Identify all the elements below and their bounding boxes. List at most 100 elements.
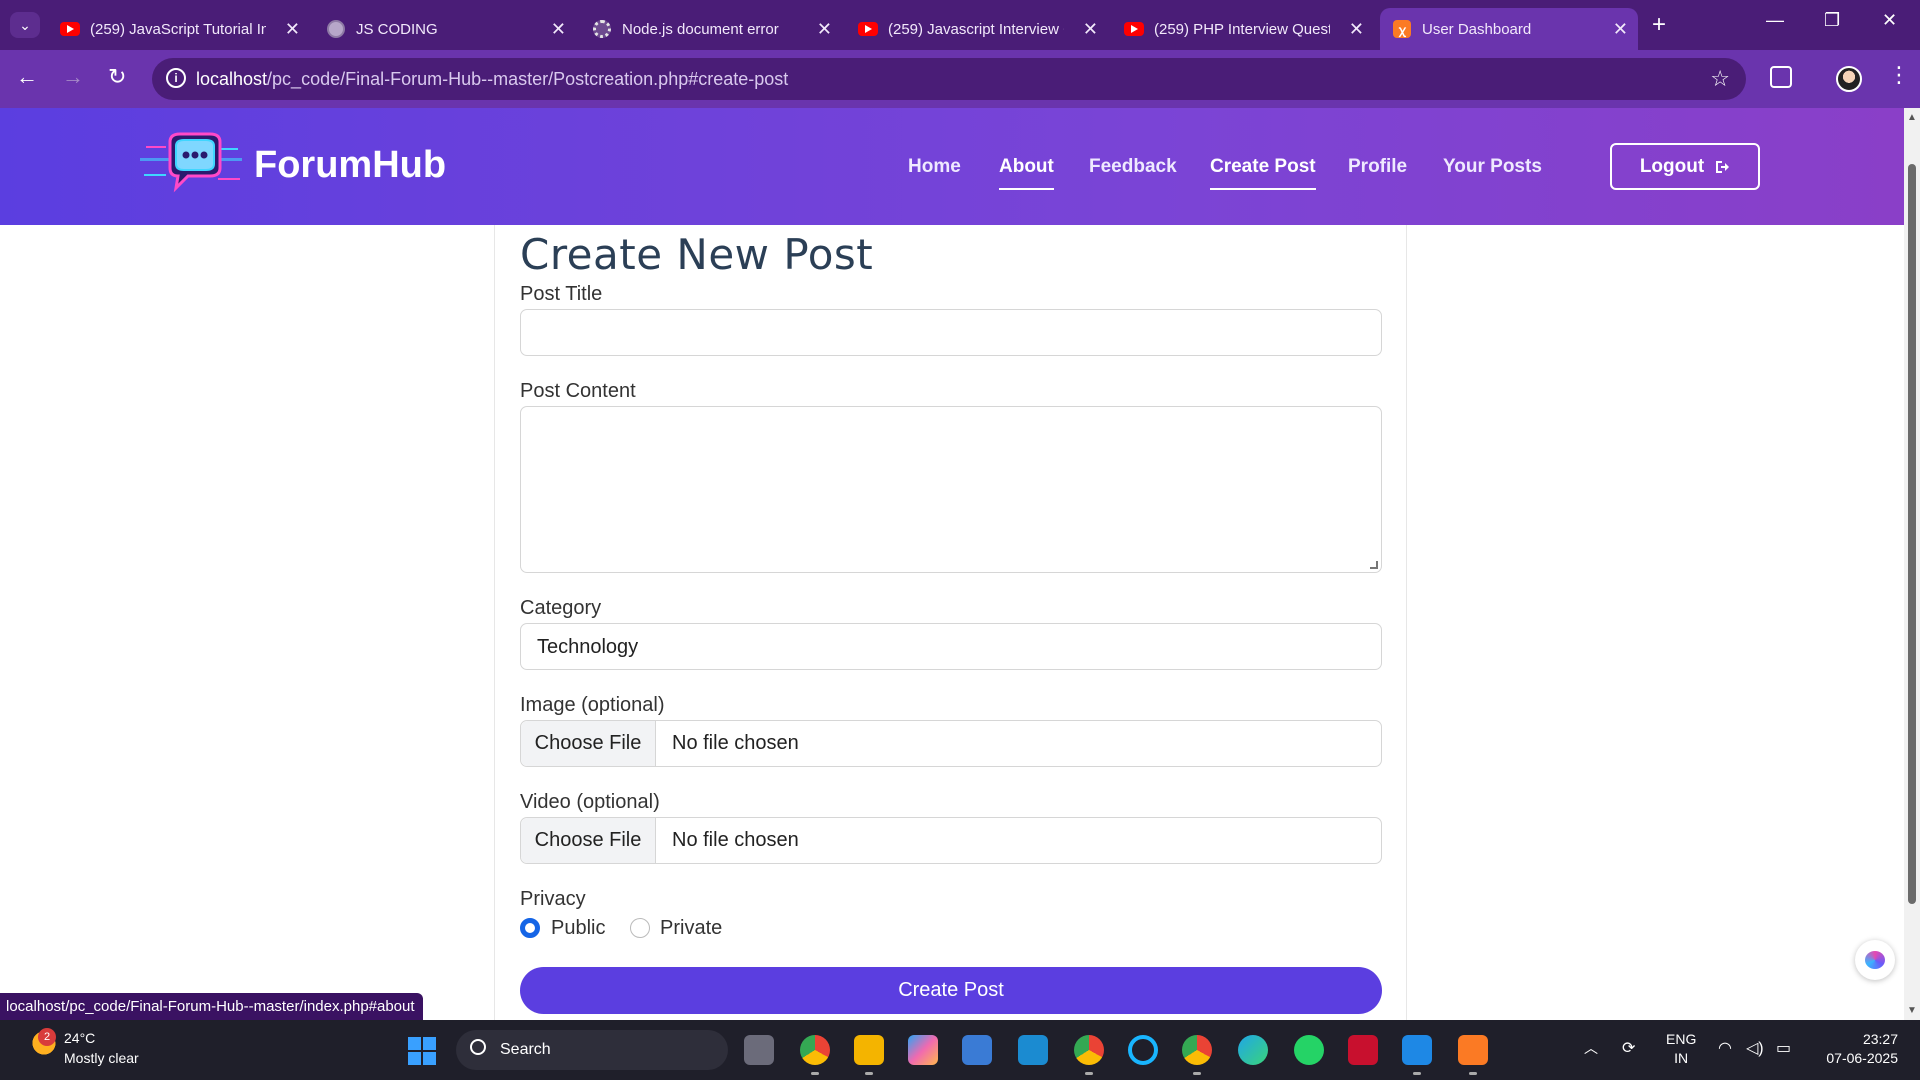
forward-icon[interactable]: → [62, 64, 84, 90]
privacy-public-label[interactable]: Public [551, 917, 605, 940]
post-content-textarea[interactable] [520, 406, 1382, 573]
choose-video-button[interactable]: Choose File [521, 818, 656, 863]
nav-create-post[interactable]: Create Post [1210, 156, 1316, 190]
page-scrollbar[interactable]: ▲ ▼ [1904, 108, 1920, 1020]
browser-tab-strip: ⌄ (259) JavaScript Tutorial In ✕ JS CODI… [0, 0, 1920, 50]
search-icon [470, 1039, 486, 1055]
scroll-up-icon[interactable]: ▲ [1907, 112, 1917, 123]
close-tab-icon[interactable]: ✕ [1083, 19, 1098, 40]
browser-tab-active[interactable]: ꭓ User Dashboard ✕ [1380, 8, 1638, 50]
browser-tab[interactable]: Node.js document error ✕ [580, 8, 842, 50]
scroll-down-icon[interactable]: ▼ [1907, 1005, 1917, 1016]
image-file-input[interactable]: Choose File No file chosen [520, 720, 1382, 767]
close-window-icon[interactable]: ✕ [1882, 10, 1897, 31]
category-label: Category [520, 597, 602, 619]
extensions-icon[interactable] [1770, 66, 1792, 88]
scroll-thumb[interactable] [1908, 164, 1916, 904]
privacy-public-radio[interactable] [520, 918, 540, 938]
youtube-icon [1124, 19, 1144, 39]
nav-feedback[interactable]: Feedback [1089, 156, 1177, 188]
close-tab-icon[interactable]: ✕ [551, 19, 566, 40]
site-header: ForumHub Home About Feedback Create Post… [0, 108, 1904, 225]
volume-icon[interactable]: ◁) [1746, 1038, 1764, 1058]
sign-out-icon [1716, 160, 1730, 173]
edge-icon[interactable] [1238, 1035, 1268, 1065]
privacy-private-radio[interactable] [630, 918, 650, 938]
system-clock[interactable]: 23:27 07-06-2025 [1818, 1030, 1898, 1068]
nav-about[interactable]: About [999, 156, 1054, 190]
copilot-widget-icon[interactable] [1855, 940, 1895, 980]
post-content-label: Post Content [520, 380, 636, 402]
globe-icon [326, 19, 346, 39]
browser-menu-icon[interactable]: ⋮ [1888, 62, 1910, 88]
nav-home[interactable]: Home [908, 156, 961, 188]
sync-icon[interactable]: ⟳ [1622, 1038, 1635, 1058]
wifi-icon[interactable]: ◠ [1718, 1038, 1732, 1058]
windows-start-icon[interactable] [408, 1037, 436, 1065]
youtube-icon [60, 19, 80, 39]
post-title-label: Post Title [520, 283, 603, 305]
xampp-taskbar-icon[interactable] [1458, 1035, 1488, 1075]
image-label: Image (optional) [520, 694, 665, 716]
brand-name[interactable]: ForumHub [254, 144, 446, 187]
post-title-input[interactable] [520, 309, 1382, 356]
close-tab-icon[interactable]: ✕ [1613, 19, 1628, 40]
close-tab-icon[interactable]: ✕ [285, 19, 300, 40]
choose-image-button[interactable]: Choose File [521, 721, 656, 766]
profile-avatar[interactable] [1836, 66, 1862, 92]
close-tab-icon[interactable]: ✕ [817, 19, 832, 40]
minimize-icon[interactable]: — [1766, 10, 1784, 31]
address-bar[interactable]: i localhost/pc_code/Final-Forum-Hub--mas… [152, 58, 1746, 100]
create-post-button[interactable]: Create Post [520, 967, 1382, 1014]
browser-tab[interactable]: (259) PHP Interview Questi ✕ [1112, 8, 1374, 50]
browser-tab[interactable]: JS CODING ✕ [314, 8, 576, 50]
microsoft-store-icon[interactable] [962, 1035, 992, 1065]
battery-icon[interactable]: ▭ [1776, 1038, 1791, 1058]
link-status-bubble: localhost/pc_code/Final-Forum-Hub--maste… [0, 993, 423, 1020]
alexa-icon[interactable] [1128, 1035, 1158, 1065]
browser-tab[interactable]: (259) JavaScript Tutorial In ✕ [48, 8, 310, 50]
resize-handle-icon[interactable] [1370, 561, 1378, 569]
chrome-profile-icon[interactable] [1074, 1035, 1104, 1075]
launcher-l-icon[interactable] [1018, 1035, 1048, 1065]
show-hidden-icons-icon[interactable]: ︿ [1584, 1038, 1598, 1058]
bookmark-star-icon[interactable]: ☆ [1710, 66, 1730, 92]
tab-search-chevron-icon[interactable]: ⌄ [10, 12, 40, 38]
youtube-icon [858, 19, 878, 39]
weather-description[interactable]: Mostly clear [64, 1050, 139, 1066]
xampp-icon: ꭓ [1392, 19, 1412, 39]
task-view-icon[interactable] [744, 1035, 774, 1065]
new-tab-icon[interactable]: + [1652, 11, 1666, 39]
forumhub-logo-icon[interactable] [140, 128, 242, 200]
privacy-private-label[interactable]: Private [660, 917, 722, 940]
taskbar-search[interactable]: Search [456, 1030, 728, 1070]
nav-your-posts[interactable]: Your Posts [1443, 156, 1542, 188]
openai-icon [592, 19, 612, 39]
page-title: Create New Post [520, 230, 874, 279]
reload-icon[interactable]: ↻ [108, 64, 126, 90]
chrome-alt-profile-icon[interactable] [1182, 1035, 1212, 1075]
logout-button[interactable]: Logout [1610, 143, 1760, 190]
language-indicator[interactable]: ENG IN [1666, 1030, 1696, 1068]
chrome-icon[interactable] [800, 1035, 830, 1075]
address-url[interactable]: localhost/pc_code/Final-Forum-Hub--maste… [196, 69, 788, 90]
site-info-icon[interactable]: i [166, 68, 186, 88]
mcafee-icon[interactable] [1348, 1035, 1378, 1065]
copilot-icon[interactable] [908, 1035, 938, 1065]
browser-tab[interactable]: (259) Javascript Interview C ✕ [846, 8, 1108, 50]
privacy-label: Privacy [520, 888, 586, 910]
restore-icon[interactable]: ❐ [1824, 10, 1840, 31]
nav-profile[interactable]: Profile [1348, 156, 1407, 188]
weather-temperature[interactable]: 24°C [64, 1030, 95, 1046]
form-card-border [494, 225, 495, 1020]
file-explorer-icon[interactable] [854, 1035, 884, 1075]
image-file-status: No file chosen [672, 732, 799, 754]
whatsapp-icon[interactable] [1294, 1035, 1324, 1065]
vscode-icon[interactable] [1402, 1035, 1432, 1075]
video-file-input[interactable]: Choose File No file chosen [520, 817, 1382, 864]
category-select[interactable]: Technology [520, 623, 1382, 670]
back-icon[interactable]: ← [16, 64, 38, 90]
close-tab-icon[interactable]: ✕ [1349, 19, 1364, 40]
browser-toolbar: ← → ↻ i localhost/pc_code/Final-Forum-Hu… [0, 50, 1920, 108]
notification-badge: 2 [38, 1028, 56, 1046]
